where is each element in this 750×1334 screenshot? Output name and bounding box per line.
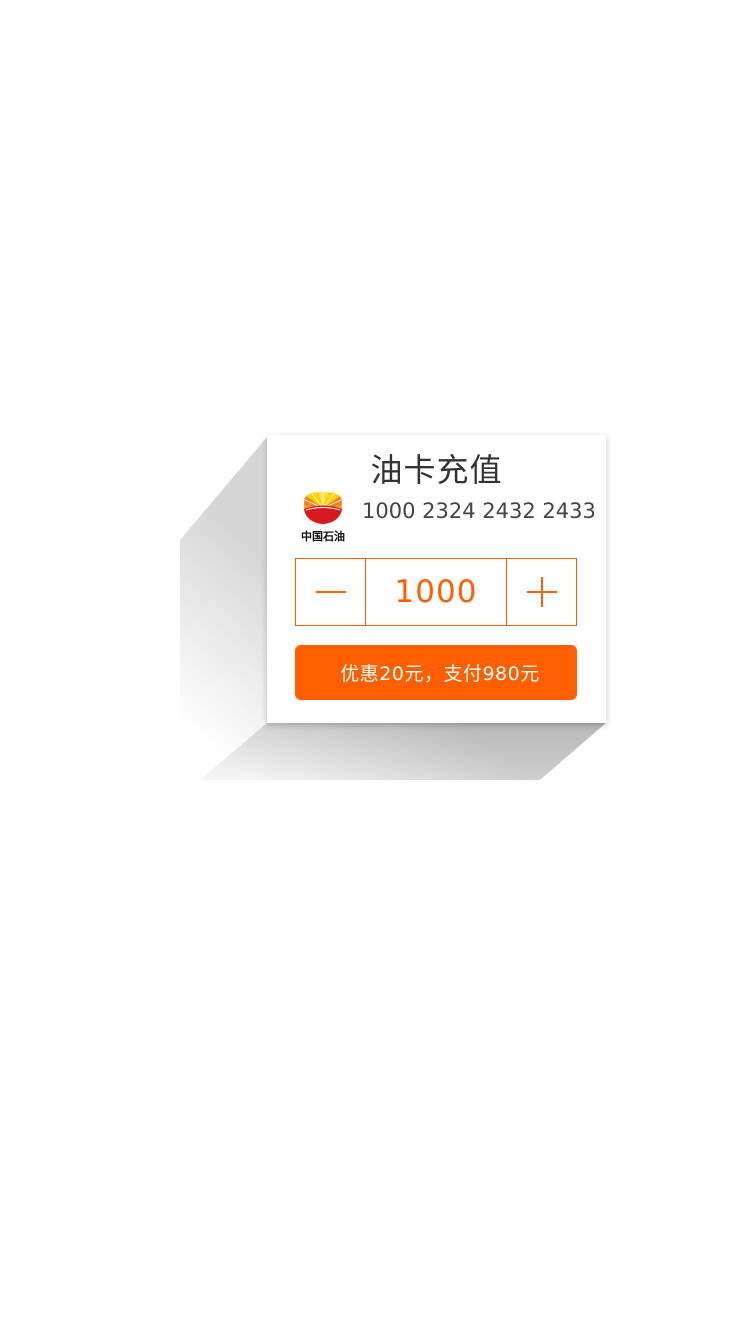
card-number: 1000 2324 2432 2433 xyxy=(362,499,596,523)
petrochina-logo-icon: 中国石油 xyxy=(296,488,350,544)
screen: 油卡充值 中国石油 1000 2324 2432 2433 1000 优惠20元… xyxy=(0,0,750,1334)
decrease-button[interactable] xyxy=(296,559,366,625)
minus-icon xyxy=(315,591,346,593)
amount-stepper: 1000 xyxy=(295,558,577,626)
amount-value[interactable]: 1000 xyxy=(366,559,506,625)
logo-text: 中国石油 xyxy=(301,530,345,543)
panel-title: 油卡充值 xyxy=(370,451,503,489)
increase-button[interactable] xyxy=(506,559,576,625)
pay-button[interactable]: 优惠20元，支付980元 xyxy=(295,645,577,700)
plus-icon xyxy=(526,577,557,607)
oil-card-recharge-panel: 油卡充值 中国石油 1000 2324 2432 2433 1000 优惠20元… xyxy=(267,435,606,723)
